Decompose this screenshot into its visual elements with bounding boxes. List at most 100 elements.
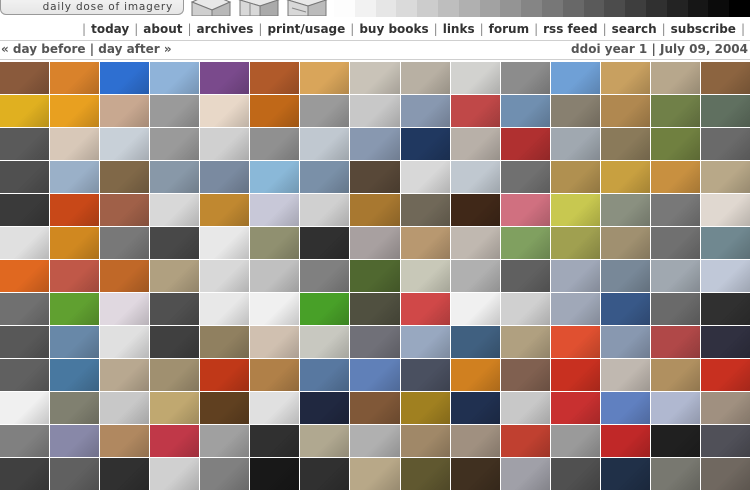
- photo-thumbnail[interactable]: [200, 194, 250, 226]
- photo-thumbnail[interactable]: [200, 62, 250, 94]
- nav-link-about[interactable]: about: [143, 22, 182, 36]
- photo-thumbnail[interactable]: [400, 260, 450, 292]
- photo-thumbnail[interactable]: [150, 260, 200, 292]
- photo-thumbnail[interactable]: [150, 128, 200, 160]
- photo-thumbnail[interactable]: [500, 194, 550, 226]
- photo-thumbnail[interactable]: [50, 392, 100, 424]
- photo-thumbnail[interactable]: [650, 359, 700, 391]
- photo-thumbnail[interactable]: [700, 161, 750, 193]
- photo-thumbnail[interactable]: [350, 128, 400, 160]
- photo-thumbnail[interactable]: [400, 62, 450, 94]
- photo-thumbnail[interactable]: [100, 62, 150, 94]
- photo-thumbnail[interactable]: [50, 161, 100, 193]
- photo-thumbnail[interactable]: [400, 194, 450, 226]
- photo-thumbnail[interactable]: [550, 227, 600, 259]
- nav-link-buy-books[interactable]: buy books: [359, 22, 428, 36]
- photo-thumbnail[interactable]: [100, 227, 150, 259]
- site-logo[interactable]: daily dose of imagery: [0, 0, 184, 15]
- photo-thumbnail[interactable]: [100, 161, 150, 193]
- photo-thumbnail[interactable]: [550, 62, 600, 94]
- photo-thumbnail[interactable]: [450, 194, 500, 226]
- photo-thumbnail[interactable]: [550, 425, 600, 457]
- photo-thumbnail[interactable]: [700, 293, 750, 325]
- photo-thumbnail[interactable]: [600, 227, 650, 259]
- photo-thumbnail[interactable]: [550, 95, 600, 127]
- nav-link-print-usage[interactable]: print/usage: [267, 22, 345, 36]
- photo-thumbnail[interactable]: [400, 326, 450, 358]
- photo-thumbnail[interactable]: [100, 95, 150, 127]
- photo-thumbnail[interactable]: [550, 260, 600, 292]
- photo-thumbnail[interactable]: [250, 62, 300, 94]
- photo-thumbnail[interactable]: [200, 161, 250, 193]
- photo-thumbnail[interactable]: [150, 326, 200, 358]
- nav-link-forum[interactable]: forum: [489, 22, 529, 36]
- photo-thumbnail[interactable]: [500, 392, 550, 424]
- photo-thumbnail[interactable]: [50, 95, 100, 127]
- photo-thumbnail[interactable]: [300, 227, 350, 259]
- photo-thumbnail[interactable]: [700, 62, 750, 94]
- photo-thumbnail[interactable]: [250, 194, 300, 226]
- photo-thumbnail[interactable]: [150, 359, 200, 391]
- photo-thumbnail[interactable]: [450, 95, 500, 127]
- photo-thumbnail[interactable]: [650, 194, 700, 226]
- photo-thumbnail[interactable]: [600, 392, 650, 424]
- photo-thumbnail[interactable]: [650, 260, 700, 292]
- photo-thumbnail[interactable]: [150, 425, 200, 457]
- photo-thumbnail[interactable]: [250, 392, 300, 424]
- photo-thumbnail[interactable]: [50, 62, 100, 94]
- photo-thumbnail[interactable]: [500, 458, 550, 490]
- photo-thumbnail[interactable]: [250, 128, 300, 160]
- photo-thumbnail[interactable]: [150, 392, 200, 424]
- photo-thumbnail[interactable]: [450, 458, 500, 490]
- photo-thumbnail[interactable]: [700, 326, 750, 358]
- photo-thumbnail[interactable]: [50, 260, 100, 292]
- photo-thumbnail[interactable]: [500, 227, 550, 259]
- photo-thumbnail[interactable]: [600, 161, 650, 193]
- photo-thumbnail[interactable]: [450, 293, 500, 325]
- photo-thumbnail[interactable]: [150, 194, 200, 226]
- photo-thumbnail[interactable]: [300, 392, 350, 424]
- nav-link-subscribe[interactable]: subscribe: [671, 22, 736, 36]
- photo-thumbnail[interactable]: [350, 458, 400, 490]
- photo-thumbnail[interactable]: [0, 392, 50, 424]
- photo-thumbnail[interactable]: [200, 128, 250, 160]
- photo-thumbnail[interactable]: [250, 326, 300, 358]
- photo-thumbnail[interactable]: [250, 425, 300, 457]
- photo-thumbnail[interactable]: [650, 227, 700, 259]
- photo-thumbnail[interactable]: [100, 392, 150, 424]
- photo-thumbnail[interactable]: [700, 425, 750, 457]
- photo-thumbnail[interactable]: [350, 95, 400, 127]
- photo-thumbnail[interactable]: [200, 326, 250, 358]
- photo-thumbnail[interactable]: [600, 194, 650, 226]
- photo-thumbnail[interactable]: [550, 359, 600, 391]
- photo-thumbnail[interactable]: [350, 194, 400, 226]
- photo-thumbnail[interactable]: [400, 359, 450, 391]
- photo-thumbnail[interactable]: [500, 260, 550, 292]
- photo-thumbnail[interactable]: [250, 161, 300, 193]
- photo-thumbnail[interactable]: [100, 326, 150, 358]
- photo-thumbnail[interactable]: [350, 227, 400, 259]
- photo-thumbnail[interactable]: [150, 227, 200, 259]
- nav-link-rss-feed[interactable]: rss feed: [543, 22, 597, 36]
- photo-thumbnail[interactable]: [300, 326, 350, 358]
- photo-thumbnail[interactable]: [450, 359, 500, 391]
- photo-thumbnail[interactable]: [200, 425, 250, 457]
- photo-thumbnail[interactable]: [400, 128, 450, 160]
- photo-thumbnail[interactable]: [400, 425, 450, 457]
- photo-thumbnail[interactable]: [150, 458, 200, 490]
- photo-thumbnail[interactable]: [350, 161, 400, 193]
- photo-thumbnail[interactable]: [500, 425, 550, 457]
- photo-thumbnail[interactable]: [500, 161, 550, 193]
- photo-thumbnail[interactable]: [50, 293, 100, 325]
- nav-link-today[interactable]: today: [91, 22, 129, 36]
- photo-thumbnail[interactable]: [650, 128, 700, 160]
- photo-thumbnail[interactable]: [600, 260, 650, 292]
- photo-thumbnail[interactable]: [150, 293, 200, 325]
- photo-thumbnail[interactable]: [500, 293, 550, 325]
- photo-thumbnail[interactable]: [550, 392, 600, 424]
- photo-thumbnail[interactable]: [600, 128, 650, 160]
- photo-thumbnail[interactable]: [300, 260, 350, 292]
- photo-thumbnail[interactable]: [550, 293, 600, 325]
- photo-thumbnail[interactable]: [550, 161, 600, 193]
- photo-thumbnail[interactable]: [700, 227, 750, 259]
